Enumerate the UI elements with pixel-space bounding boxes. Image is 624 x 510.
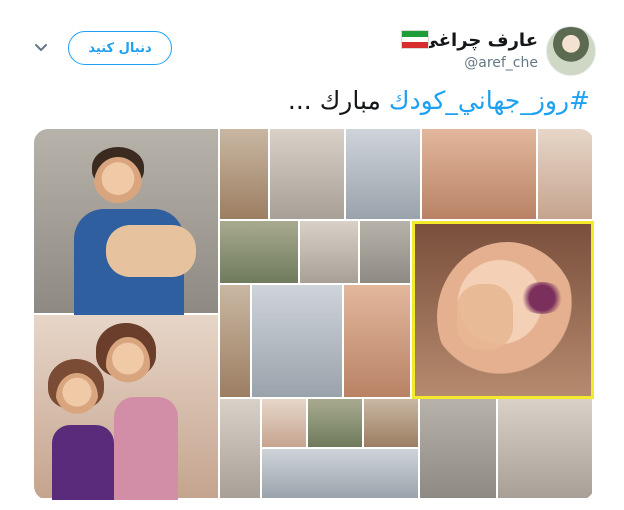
avatar[interactable] [546,26,596,76]
photo-collage-6[interactable] [220,221,300,285]
photo-dress-pink [114,397,178,500]
flag-red-stripe [402,42,428,48]
author-handle[interactable]: @aref_che [464,55,538,71]
photo-collage-10[interactable] [252,285,344,399]
photo-collage-16[interactable] [262,449,420,500]
photo-rescue-child[interactable] [34,129,220,315]
photo-collage-14[interactable] [308,399,364,449]
follow-button-label: دنبال کنید [88,40,152,56]
tweet-header: عارف چراغی @aref_che دنبال کنید [0,0,624,90]
photo-figure-face [56,373,98,421]
chevron-down-icon[interactable] [34,40,48,54]
photo-child-shape [106,225,196,277]
photo-injured-eye[interactable] [412,221,594,399]
photo-collage-15[interactable] [364,399,420,449]
photo-collage-1[interactable] [220,129,270,221]
photo-collage-3[interactable] [346,129,422,221]
tweet-text-rest: مبارك ... [287,86,389,115]
photo-hand [457,284,513,350]
photo-collage-13[interactable] [262,399,308,449]
hashtag-link[interactable]: #روز_جهاني_كودك [389,86,590,115]
photo-collage-7[interactable] [300,221,360,285]
photo-girls-crying[interactable] [34,315,220,500]
photo-collage-11[interactable] [344,285,412,399]
follow-button[interactable]: دنبال کنید [68,31,172,65]
photo-collage-2[interactable] [270,129,346,221]
photo-collage-5[interactable] [538,129,594,221]
tweet-text: #روز_جهاني_كودك مبارك ... [288,86,590,115]
photo-collage-18[interactable] [498,399,594,500]
author-name[interactable]: عارف چراغی [421,30,538,51]
iran-flag-icon [401,30,429,49]
photo-bruise [519,282,565,314]
photo-collage-12[interactable] [220,399,262,500]
photo-dress-purple [52,425,114,500]
photo-collage-8[interactable] [360,221,412,285]
photo-figure-face [94,157,142,211]
photo-collage-4[interactable] [422,129,538,221]
author-name-text[interactable]: عارف چراغی [421,30,538,51]
photo-collage-9[interactable] [220,285,252,399]
photo-figure-face [106,337,150,391]
photo-collage-17[interactable] [420,399,498,500]
media-collage[interactable] [34,129,594,500]
